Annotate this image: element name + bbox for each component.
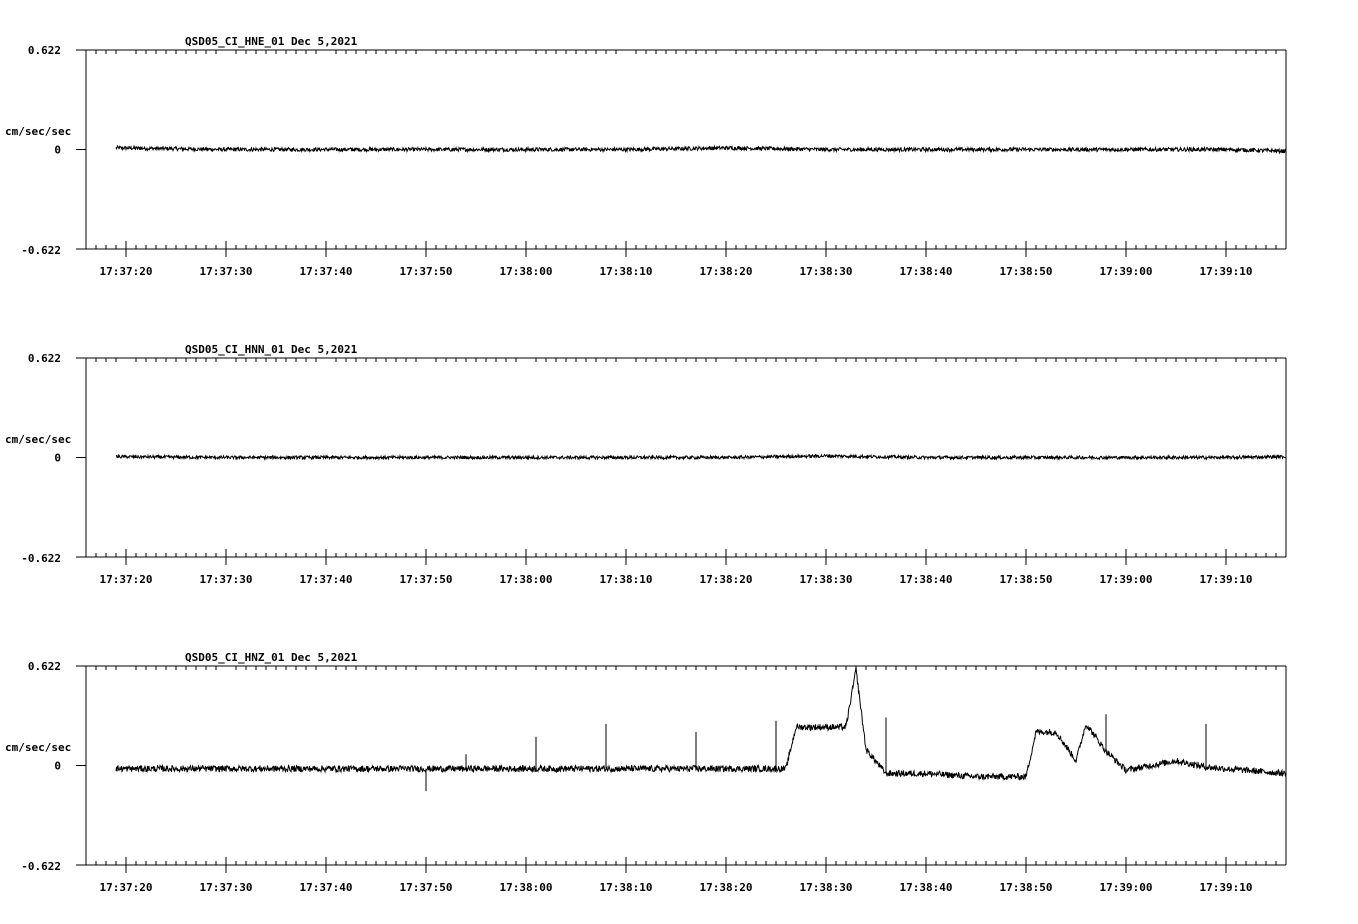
x-tick-label: 17:38:50 — [1000, 573, 1053, 586]
x-tick-label: 17:37:50 — [400, 265, 453, 278]
y-tick-label: 0.622 — [28, 660, 61, 673]
y-tick-label: -0.622 — [21, 552, 61, 565]
x-tick-label: 17:39:10 — [1200, 573, 1253, 586]
x-tick-label: 17:38:10 — [600, 881, 653, 894]
seismic-trace — [115, 453, 1287, 462]
x-tick-label: 17:38:30 — [800, 265, 853, 278]
x-tick-label: 17:37:30 — [200, 265, 253, 278]
y-axis-label: cm/sec/sec — [5, 433, 71, 446]
y-tick-label: 0 — [54, 144, 61, 157]
x-tick-label: 17:38:40 — [900, 881, 953, 894]
x-tick-label: 17:38:50 — [1000, 265, 1053, 278]
y-tick-label: 0 — [54, 760, 61, 773]
chart-panel: 17:37:20 17:37:30 17:37:40 17:37:50 17:38:00… — [5, 35, 1287, 278]
x-tick-label: 17:39:10 — [1200, 265, 1253, 278]
y-tick-label: 0.622 — [28, 44, 61, 57]
x-tick-label: 17:39:00 — [1100, 881, 1153, 894]
x-tick-label: 17:38:20 — [700, 265, 753, 278]
x-tick-label: 17:38:50 — [1000, 881, 1053, 894]
x-tick-label: 17:38:40 — [900, 573, 953, 586]
x-tick-label: 17:37:50 — [400, 881, 453, 894]
x-tick-label: 17:39:00 — [1100, 573, 1153, 586]
seismogram-figure: 17:37:20 17:37:30 17:37:40 17:37:50 17:38:00… — [5, 35, 1287, 894]
x-tick-label: 17:38:20 — [700, 573, 753, 586]
x-tick-label: 17:37:30 — [200, 573, 253, 586]
x-tick-label: 17:37:40 — [300, 265, 353, 278]
x-tick-label: 17:38:30 — [800, 881, 853, 894]
seismic-trace — [115, 666, 1287, 781]
x-tick-label: 17:38:00 — [500, 265, 553, 278]
x-tick-label: 17:37:20 — [100, 265, 153, 278]
x-tick-label: 17:39:10 — [1200, 881, 1253, 894]
y-tick-label: 0 — [54, 452, 61, 465]
y-tick-label: -0.622 — [21, 860, 61, 873]
x-tick-label: 17:37:20 — [100, 573, 153, 586]
x-tick-label: 17:38:20 — [700, 881, 753, 894]
seismic-trace — [115, 144, 1287, 155]
y-axis-label: cm/sec/sec — [5, 741, 71, 754]
x-tick-label: 17:37:40 — [300, 881, 353, 894]
x-tick-label: 17:39:00 — [1100, 265, 1153, 278]
x-tick-label: 17:38:30 — [800, 573, 853, 586]
x-tick-label: 17:38:10 — [600, 265, 653, 278]
x-tick-label: 17:38:00 — [500, 573, 553, 586]
x-tick-label: 17:37:20 — [100, 881, 153, 894]
y-tick-label: -0.622 — [21, 244, 61, 257]
x-tick-label: 17:38:00 — [500, 881, 553, 894]
x-tick-label: 17:38:10 — [600, 573, 653, 586]
chart-panel: 17:37:20 17:37:30 17:37:40 17:37:50 17:38:00… — [5, 651, 1287, 894]
chart-title: QSD05_CI_HNZ_01 Dec 5,2021 — [185, 651, 358, 664]
x-tick-label: 17:38:40 — [900, 265, 953, 278]
chart-panel: 17:37:20 17:37:30 17:37:40 17:37:50 17:38:00… — [5, 343, 1287, 586]
x-tick-label: 17:37:40 — [300, 573, 353, 586]
y-axis-label: cm/sec/sec — [5, 125, 71, 138]
x-tick-label: 17:37:50 — [400, 573, 453, 586]
y-tick-label: 0.622 — [28, 352, 61, 365]
x-tick-label: 17:37:30 — [200, 881, 253, 894]
chart-title: QSD05_CI_HNE_01 Dec 5,2021 — [185, 35, 358, 48]
chart-title: QSD05_CI_HNN_01 Dec 5,2021 — [185, 343, 358, 356]
